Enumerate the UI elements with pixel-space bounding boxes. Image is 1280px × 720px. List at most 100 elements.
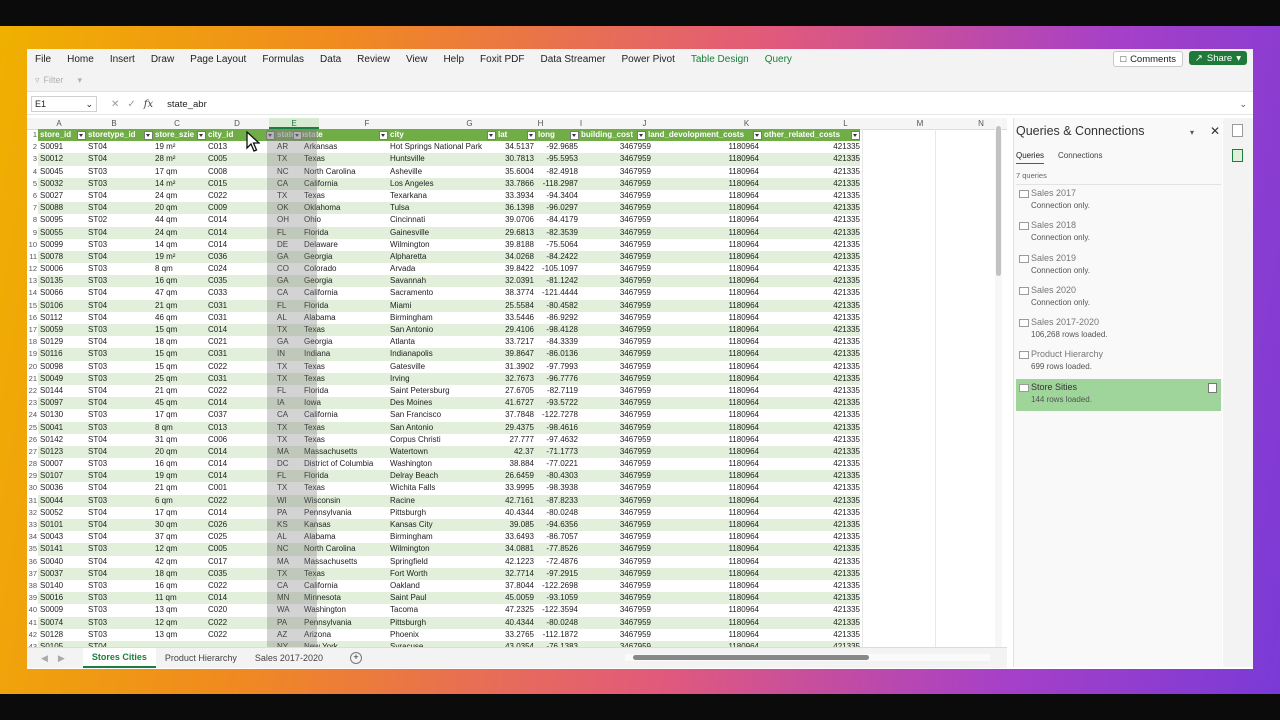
table-cell[interactable]: 3467959	[581, 592, 651, 604]
table-cell[interactable]: 1180964	[648, 239, 759, 251]
table-cell[interactable]: ST04	[88, 385, 152, 397]
table-cell[interactable]: Corpus Christi	[390, 434, 498, 446]
table-row[interactable]: S0130 ST03 17 qm C037 CA California San Franci…	[38, 409, 860, 421]
table-cell[interactable]: Saint Paul	[390, 592, 498, 604]
table-cell[interactable]: ST04	[88, 434, 152, 446]
column-header-cell[interactable]: building_cost	[581, 129, 648, 141]
table-cell[interactable]: ST03	[88, 495, 152, 507]
table-cell[interactable]: PA	[277, 507, 303, 519]
table-cell[interactable]: 3467959	[581, 348, 651, 360]
row-number[interactable]: 3	[27, 153, 38, 165]
table-cell[interactable]: ST04	[88, 568, 152, 580]
table-cell[interactable]: 1180964	[648, 166, 759, 178]
table-cell[interactable]: -96.0297	[538, 202, 578, 214]
table-cell[interactable]: Racine	[390, 495, 498, 507]
table-cell[interactable]: 3467959	[581, 507, 651, 519]
table-cell[interactable]: -105.1097	[538, 263, 578, 275]
row-number[interactable]: 27	[27, 446, 38, 458]
table-cell[interactable]: Wichita Falls	[390, 482, 498, 494]
table-cell[interactable]: 38.884	[498, 458, 534, 470]
filter-dropdown-icon[interactable]	[527, 131, 536, 140]
table-row[interactable]: S0052 ST04 17 qm C014 PA Pennsylvania Pittsbur…	[38, 507, 860, 519]
table-cell[interactable]: C013	[208, 422, 272, 434]
table-cell[interactable]: CO	[277, 263, 303, 275]
table-cell[interactable]: C022	[208, 495, 272, 507]
table-row[interactable]: S0055 ST04 24 qm C014 FL Florida Gainesville 29…	[38, 226, 860, 239]
table-cell[interactable]: 421335	[764, 592, 860, 604]
menu-item[interactable]: Draw	[143, 54, 182, 65]
table-cell[interactable]: S0036	[40, 482, 86, 494]
row-number[interactable]: 29	[27, 470, 38, 482]
table-cell[interactable]: C022	[208, 385, 272, 397]
table-cell[interactable]: ST04	[88, 397, 152, 409]
column-header-cell[interactable]: lat	[498, 129, 538, 141]
table-cell[interactable]: 1180964	[648, 617, 759, 629]
table-cell[interactable]: Massachusetts	[304, 446, 388, 458]
chevron-down-icon[interactable]: ▾	[1236, 53, 1241, 64]
menu-item[interactable]: Page Layout	[182, 54, 254, 65]
table-cell[interactable]: S0044	[40, 495, 86, 507]
table-cell[interactable]: S0098	[40, 361, 86, 373]
table-cell[interactable]: -86.9292	[538, 312, 578, 324]
table-cell[interactable]: 12 qm	[155, 617, 205, 629]
table-cell[interactable]: CA	[277, 287, 303, 299]
table-cell[interactable]: S0101	[40, 519, 86, 531]
table-cell[interactable]: 34.0881	[498, 543, 534, 555]
table-cell[interactable]: 31 qm	[155, 434, 205, 446]
table-cell[interactable]: ST03	[88, 629, 152, 641]
column-header-cell[interactable]: city_id	[208, 129, 277, 141]
table-cell[interactable]: ST04	[88, 202, 152, 214]
table-cell[interactable]: Colorado	[304, 263, 388, 275]
table-cell[interactable]: Oakland	[390, 580, 498, 592]
table-cell[interactable]: S0078	[40, 251, 86, 263]
table-cell[interactable]: 41.6727	[498, 397, 534, 409]
table-cell[interactable]: C035	[208, 568, 272, 580]
table-cell[interactable]: S0088	[40, 202, 86, 214]
table-cell[interactable]: Texas	[304, 190, 388, 202]
row-number[interactable]: 21	[27, 373, 38, 385]
table-cell[interactable]: 3467959	[581, 617, 651, 629]
table-cell[interactable]: Minnesota	[304, 592, 388, 604]
table-cell[interactable]: FL	[277, 385, 303, 397]
table-cell[interactable]: 42.1223	[498, 556, 534, 568]
table-cell[interactable]: C001	[208, 482, 272, 494]
table-cell[interactable]: ST03	[88, 409, 152, 421]
filter-dropdown-icon[interactable]	[144, 131, 153, 140]
table-row[interactable]: S0099 ST03 14 qm C014 DE Delaware Wilmington 39…	[38, 239, 860, 251]
table-cell[interactable]: 3467959	[581, 568, 651, 580]
table-cell[interactable]: 3467959	[581, 470, 651, 482]
table-cell[interactable]: S0140	[40, 580, 86, 592]
table-cell[interactable]: -86.7057	[538, 531, 578, 543]
table-cell[interactable]: 421335	[764, 531, 860, 543]
table-cell[interactable]: C022	[208, 617, 272, 629]
table-cell[interactable]: C014	[208, 324, 272, 336]
menu-item[interactable]: Home	[59, 54, 102, 65]
table-cell[interactable]: 1180964	[648, 556, 759, 568]
table-row[interactable]: S0043 ST04 37 qm C025 AL Alabama Birmingham 33.…	[38, 531, 860, 543]
table-cell[interactable]: 37.7848	[498, 409, 534, 421]
table-cell[interactable]: 25.5584	[498, 300, 534, 312]
table-cell[interactable]: 18 qm	[155, 336, 205, 348]
menu-item[interactable]: File	[27, 54, 59, 65]
table-row[interactable]: S0009 ST03 13 qm C020 WA Washington Tacoma 47.2…	[38, 604, 860, 616]
menu-item[interactable]: Power Pivot	[614, 54, 683, 65]
table-cell[interactable]: -80.0248	[538, 507, 578, 519]
table-cell[interactable]: 6 qm	[155, 495, 205, 507]
menu-item[interactable]: Query	[757, 54, 800, 65]
table-cell[interactable]: Florida	[304, 300, 388, 312]
table-cell[interactable]: C015	[208, 178, 272, 190]
table-cell[interactable]: North Carolina	[304, 543, 388, 555]
table-cell[interactable]: Saint Petersburg	[390, 385, 498, 397]
table-cell[interactable]: 3467959	[581, 239, 651, 251]
table-row[interactable]: S0044 ST03 6 qm C022 WI Wisconsin Racine 42.716…	[38, 494, 860, 507]
table-cell[interactable]: Iowa	[304, 397, 388, 409]
table-cell[interactable]: C020	[208, 604, 272, 616]
table-row[interactable]: S0141 ST03 12 qm C005 NC North Carolina Wilmin…	[38, 543, 860, 556]
table-cell[interactable]: -84.4179	[538, 214, 578, 226]
table-cell[interactable]: -77.0221	[538, 458, 578, 470]
table-cell[interactable]: 3467959	[581, 422, 651, 434]
table-cell[interactable]: ST04	[88, 287, 152, 299]
table-cell[interactable]: Oklahoma	[304, 202, 388, 214]
table-cell[interactable]: 3467959	[581, 190, 651, 202]
table-cell[interactable]: 421335	[764, 422, 860, 434]
